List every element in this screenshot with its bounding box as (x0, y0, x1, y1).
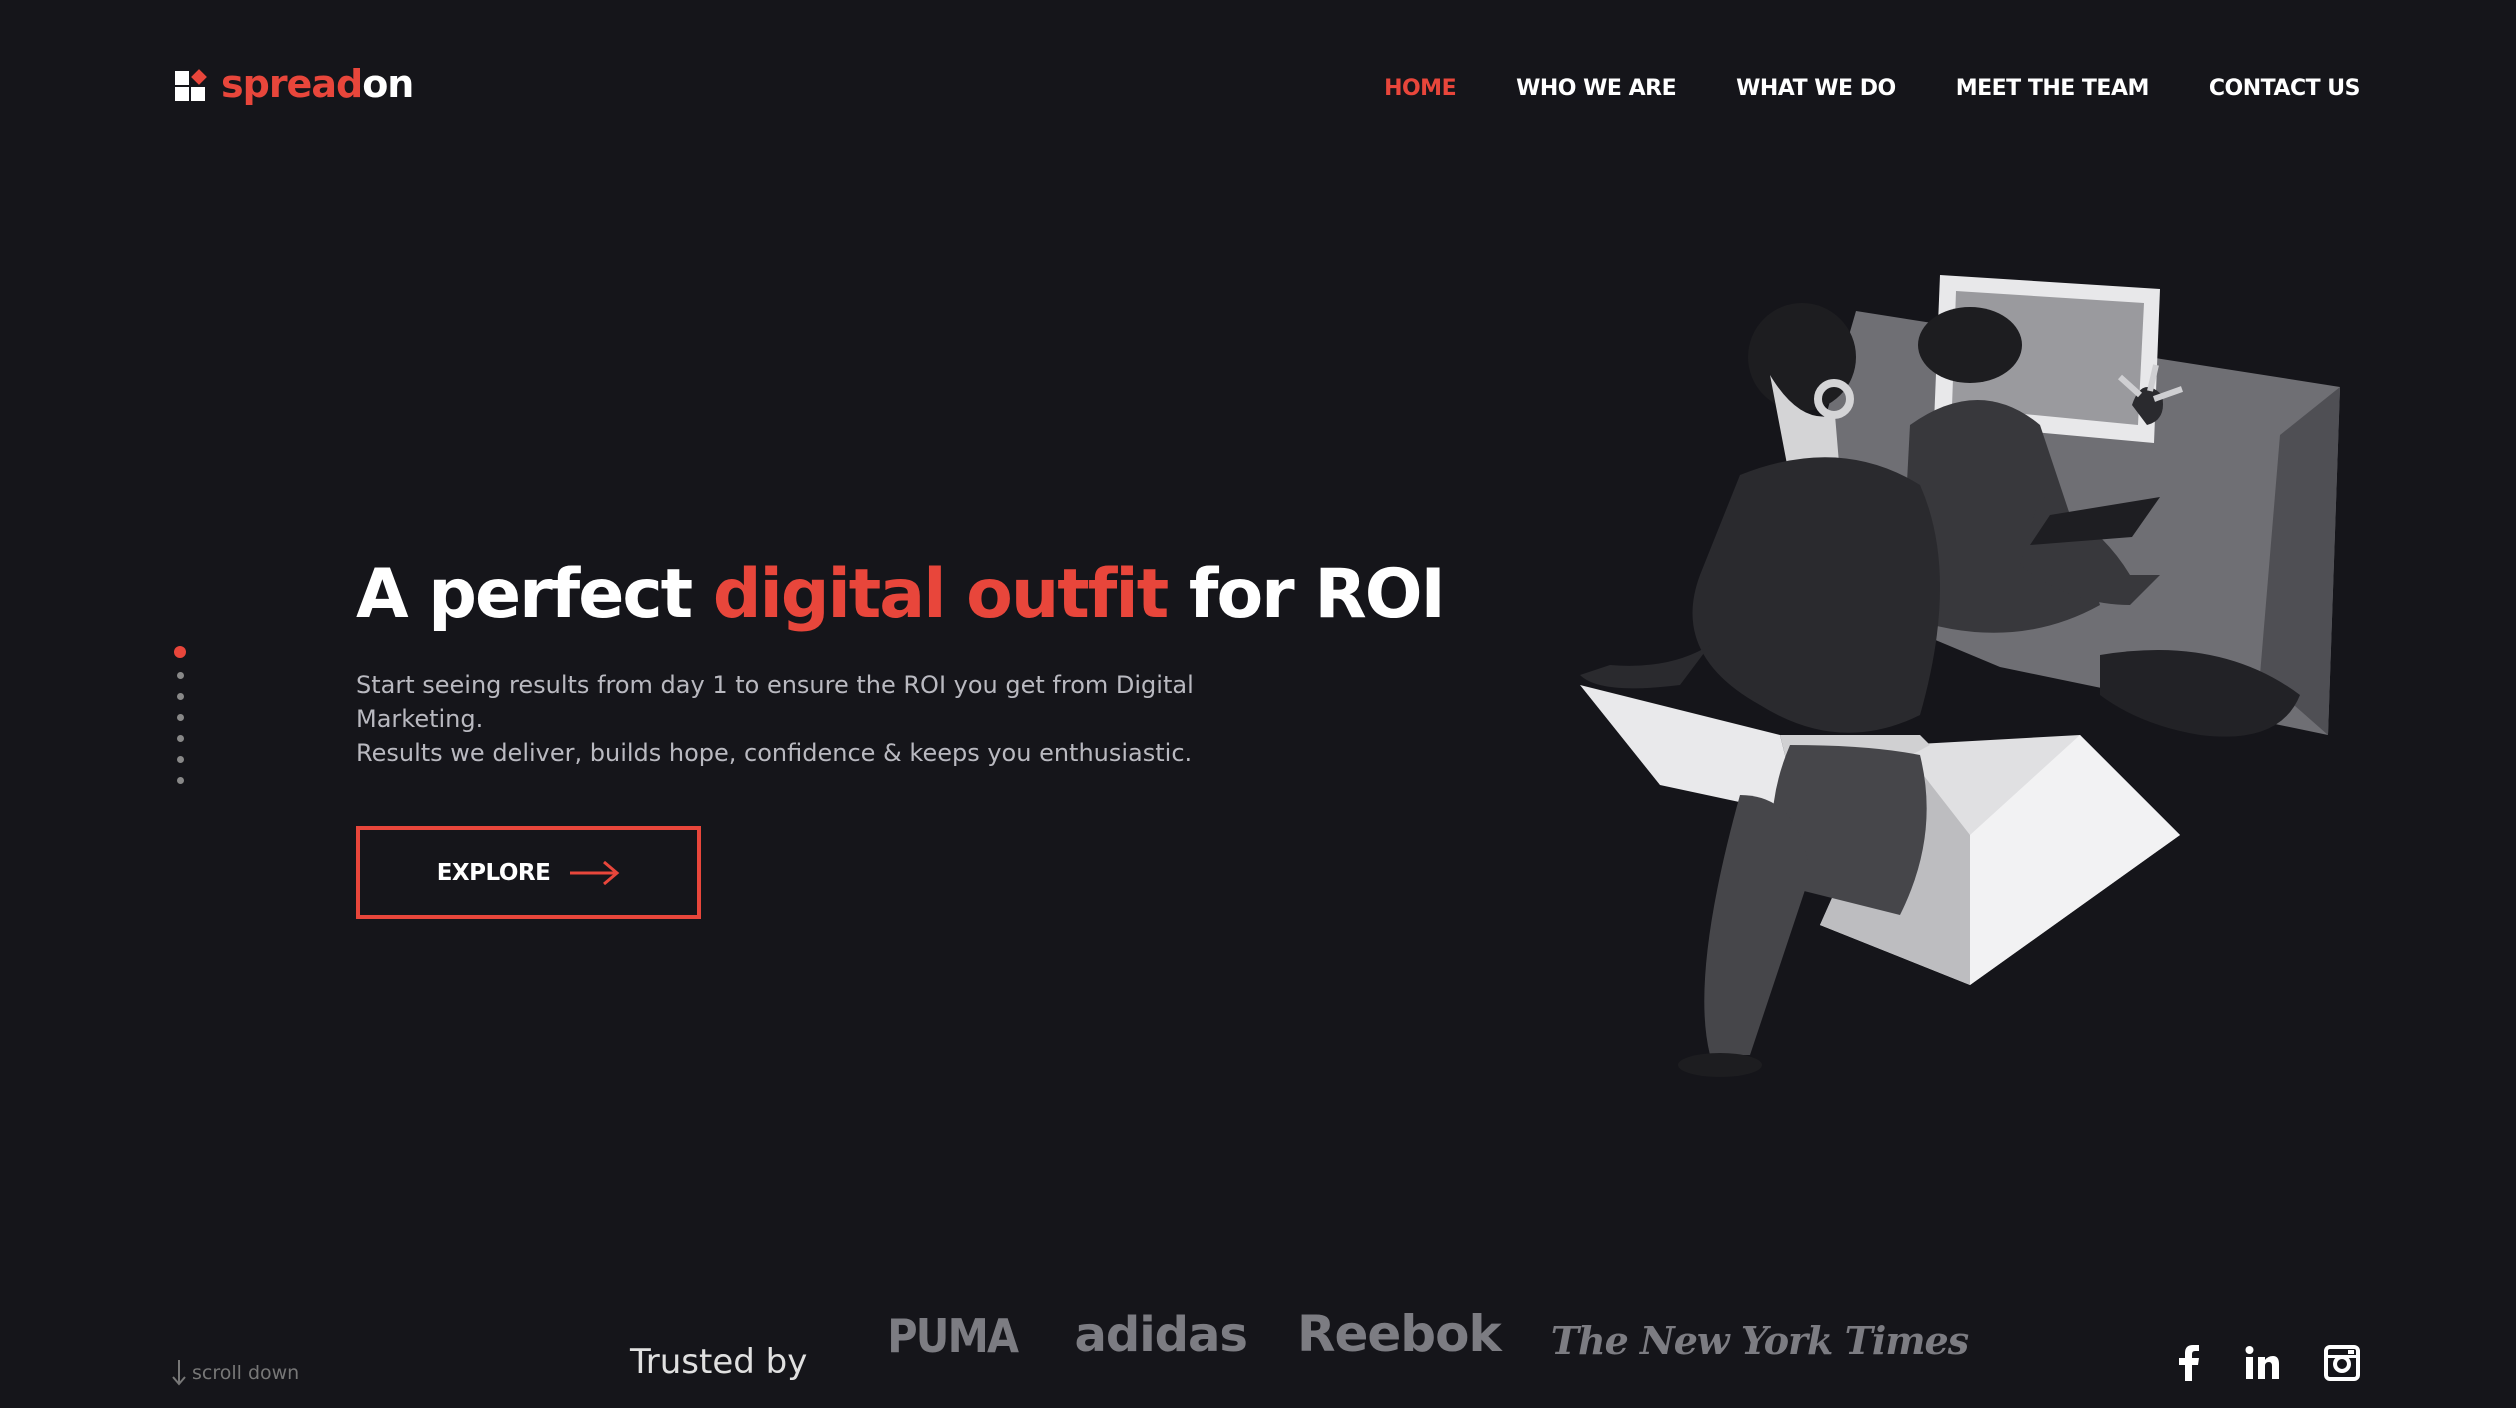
arrow-down-icon (172, 1360, 186, 1386)
partner-logos: PUMA adidas Reebok The New York Times (880, 1305, 1969, 1363)
nav-item-what-we-do[interactable]: WHAT WE DO (1736, 76, 1896, 101)
pager-dot[interactable] (176, 777, 184, 784)
explore-button[interactable]: EXPLORE (356, 826, 701, 919)
arrow-right-icon (570, 860, 620, 885)
nav-item-contact-us[interactable]: CONTACT US (2209, 76, 2361, 101)
pager-dot[interactable] (176, 693, 184, 700)
social-links (2178, 1345, 2360, 1381)
brand-logo[interactable]: spreadon (175, 62, 414, 106)
explore-button-label: EXPLORE (436, 859, 551, 886)
logo-mark-icon (175, 67, 209, 101)
pager-dot[interactable] (176, 714, 184, 721)
scroll-down-label: scroll down (192, 1362, 300, 1384)
hero-section: A perfect digital outfit for ROI Start s… (356, 555, 1446, 919)
facebook-icon[interactable] (2178, 1345, 2200, 1381)
adidas-logo: adidas (1074, 1307, 1248, 1363)
pager-dot[interactable] (176, 672, 184, 679)
pager-dot[interactable] (176, 735, 184, 742)
nav-item-who-we-are[interactable]: WHO WE ARE (1516, 76, 1677, 101)
nav-item-meet-the-team[interactable]: MEET THE TEAM (1956, 76, 2150, 101)
main-nav: HOME WHO WE ARE WHAT WE DO MEET THE TEAM… (1384, 76, 2360, 101)
hero-title: A perfect digital outfit for ROI (356, 555, 1446, 634)
hero-description: Start seeing results from day 1 to ensur… (356, 671, 1194, 767)
linkedin-icon[interactable] (2244, 1345, 2280, 1381)
pager-dot-active[interactable] (174, 646, 186, 658)
instagram-icon[interactable] (2324, 1345, 2360, 1381)
scroll-down-hint[interactable]: scroll down (172, 1360, 299, 1386)
hero-illustration (1580, 275, 2340, 1077)
puma-logo: PUMA (887, 1309, 1019, 1363)
nyt-logo: The New York Times (1550, 1318, 1969, 1363)
slide-pager (174, 646, 186, 784)
nav-item-home[interactable]: HOME (1384, 76, 1457, 101)
trusted-by-label: Trusted by (630, 1342, 808, 1382)
pager-dot[interactable] (176, 756, 184, 763)
reebok-logo: Reebok (1296, 1305, 1502, 1363)
logo-text: spreadon (221, 62, 414, 106)
